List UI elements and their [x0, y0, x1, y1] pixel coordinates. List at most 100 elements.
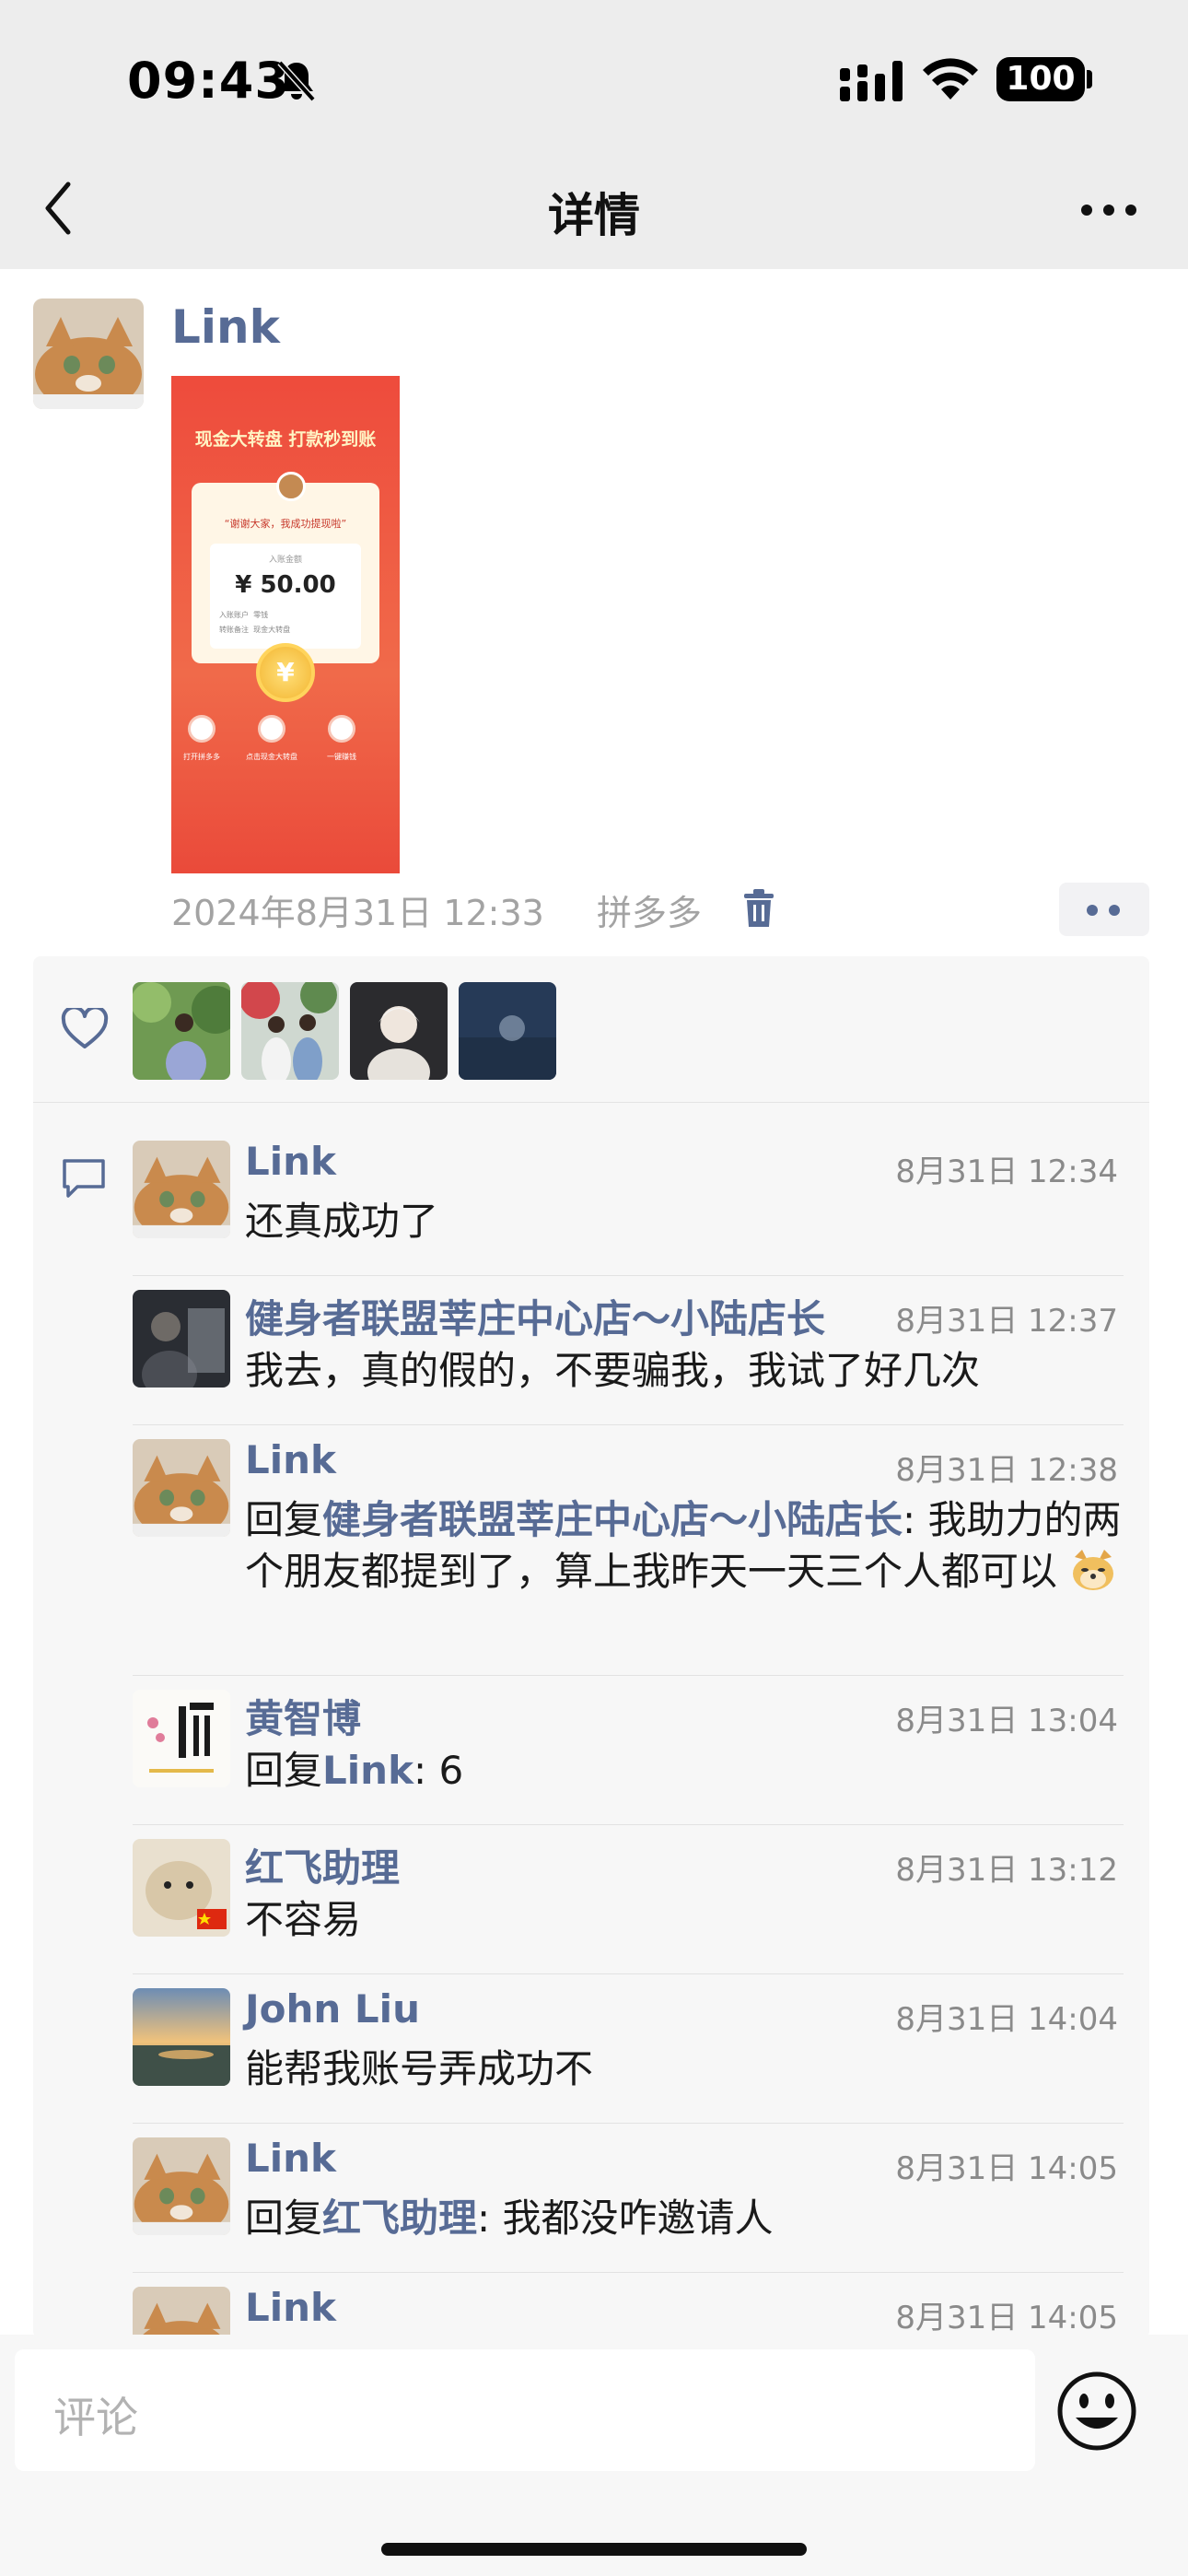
comment-divider: [133, 1824, 1124, 1825]
row2-value: 现金大转盘: [253, 626, 291, 634]
comment-text: 回复红飞助理: 我都没咋邀请人: [245, 2193, 1131, 2244]
image-amount: ¥ 50.00: [235, 571, 336, 599]
comment-text: 还真成功了: [245, 1196, 1131, 1247]
comment-time: 8月31日 13:04: [895, 1703, 1118, 1739]
yuan-coin-icon: ¥: [256, 643, 315, 702]
comment-divider: [133, 1275, 1124, 1276]
status-time: 09:43: [127, 52, 290, 110]
bell-slash-icon: [277, 60, 316, 102]
sunset-avatar: [133, 1988, 230, 2086]
image-headline: 现金大转盘 打款秒到账: [194, 429, 377, 450]
reply-target[interactable]: 红飞助理: [322, 2195, 477, 2241]
liker-avatar[interactable]: [241, 982, 339, 1080]
wifi-icon: [923, 58, 978, 100]
more-icon[interactable]: [1079, 201, 1138, 219]
like-comment-button[interactable]: [1059, 883, 1149, 936]
comment-avatar[interactable]: [133, 1439, 230, 1537]
cat-avatar-image: [133, 2137, 230, 2235]
panel-divider: [33, 1102, 1149, 1103]
comment-time: 8月31日 12:38: [895, 1452, 1118, 1489]
reply-target[interactable]: 健身者联盟莘庄中心店～小陆店长: [322, 1497, 903, 1542]
comment-body: 不容易: [245, 1897, 362, 1942]
comment-body: : 我都没咋邀请人: [477, 2195, 774, 2241]
liker-photo-1: [133, 982, 230, 1080]
reply-prefix: 回复: [245, 1497, 323, 1542]
comment-avatar[interactable]: [133, 1290, 230, 1388]
interaction-panel: Link 8月31日 12:34 还真成功了 健身者联盟莘庄中心店～小陆店长 8…: [33, 956, 1149, 2384]
comment-time: 8月31日 12:34: [895, 1153, 1118, 1190]
reply-target[interactable]: Link: [322, 1748, 413, 1793]
liker-avatar[interactable]: [133, 982, 230, 1080]
comment-text: 我去，真的假的，不要骗我，我试了好几次: [245, 1345, 1131, 1397]
comment-avatar[interactable]: [133, 2137, 230, 2235]
comment-text: 回复Link: 6: [245, 1745, 1131, 1797]
comment-avatar[interactable]: [133, 1141, 230, 1238]
reply-prefix: 回复: [245, 2195, 323, 2241]
comment-divider: [133, 2123, 1124, 2124]
image-row-1: 入账账户 零钱: [219, 610, 268, 620]
comment-author[interactable]: Link: [245, 2136, 336, 2181]
comment-input[interactable]: 评论: [15, 2349, 1035, 2471]
cat-avatar-image: [33, 299, 144, 409]
comment-author[interactable]: 黄智博: [245, 1688, 361, 1744]
post-timestamp: 2024年8月31日 12:33: [171, 893, 544, 933]
user-photo-avatar: [133, 1290, 230, 1388]
image-quote: “谢谢大家，我成功提现啦”: [224, 518, 347, 530]
comment-icon: [63, 1159, 105, 1198]
comment-avatar[interactable]: [133, 1839, 230, 1937]
comment-time: 8月31日 12:37: [895, 1303, 1118, 1340]
comment-author[interactable]: John Liu: [245, 1986, 420, 2032]
liker-photo-2: [241, 982, 339, 1080]
comment-avatar[interactable]: [133, 1988, 230, 2086]
cat-avatar-image: [133, 1141, 230, 1238]
comment-body: : 6: [413, 1748, 464, 1793]
icon-label-2: 点击现金大转盘: [246, 753, 297, 761]
reply-prefix: 回复: [245, 1748, 323, 1793]
comment-time: 8月31日 14:05: [895, 2300, 1118, 2336]
comment-time: 8月31日 14:04: [895, 2001, 1118, 2038]
author-name[interactable]: Link: [171, 300, 280, 354]
icon-label-3: 一键赚钱: [327, 753, 356, 761]
wallet-icon: [328, 715, 355, 743]
liker-avatar[interactable]: [459, 982, 556, 1080]
comment-divider: [133, 2272, 1124, 2273]
comment-author[interactable]: Link: [245, 2285, 336, 2330]
battery-indicator: 100: [996, 57, 1085, 101]
gift-icon: [188, 715, 215, 743]
page-title: 详情: [548, 189, 640, 242]
comment-body: 还真成功了: [245, 1199, 439, 1244]
wheel-icon: [258, 715, 285, 743]
comment-author[interactable]: 红飞助理: [245, 1837, 400, 1893]
comment-divider: [133, 1973, 1124, 1974]
comment-text: 不容易: [245, 1894, 1131, 1946]
comment-divider: [133, 1424, 1124, 1425]
trash-icon[interactable]: [742, 888, 775, 929]
comment-body: 我去，真的假的，不要骗我，我试了好几次: [245, 1348, 981, 1393]
comment-author[interactable]: Link: [245, 1437, 336, 1482]
comment-input-bar: 评论: [0, 2335, 1188, 2576]
dot-left: [1087, 905, 1098, 916]
battery-tip: [1087, 70, 1092, 88]
comment-text: 能帮我账号弄成功不: [245, 2043, 1131, 2095]
liker-photo-4: [459, 982, 556, 1080]
liker-avatar[interactable]: [350, 982, 448, 1080]
image-row-2: 转账备注 现金大转盘: [219, 625, 290, 635]
emoji-icon[interactable]: [1055, 2370, 1138, 2453]
comment-time: 8月31日 13:12: [895, 1852, 1118, 1889]
post-source-app[interactable]: 拼多多: [597, 884, 702, 935]
icon-label-1: 打开拼多多: [183, 753, 220, 761]
home-indicator[interactable]: [381, 2543, 807, 2556]
calligraphy-avatar: [133, 1690, 230, 1787]
image-amount-label: 入账金额: [268, 556, 302, 565]
author-avatar[interactable]: [33, 299, 144, 409]
liker-photo-3: [350, 982, 448, 1080]
comment-placeholder: 评论: [53, 2393, 138, 2442]
comment-avatar[interactable]: [133, 1690, 230, 1787]
comment-author[interactable]: Link: [245, 1139, 336, 1184]
comment-time: 8月31日 14:05: [895, 2150, 1118, 2187]
comment-body: 能帮我账号弄成功不: [245, 2046, 594, 2091]
comment-divider: [133, 1675, 1124, 1676]
row2-label: 转账备注: [219, 626, 249, 634]
post-image[interactable]: 现金大转盘 打款秒到账 “谢谢大家，我成功提现啦” 入账金额 ¥ 50.00 入…: [171, 376, 400, 873]
comment-author[interactable]: 健身者联盟莘庄中心店～小陆店长: [245, 1288, 825, 1344]
